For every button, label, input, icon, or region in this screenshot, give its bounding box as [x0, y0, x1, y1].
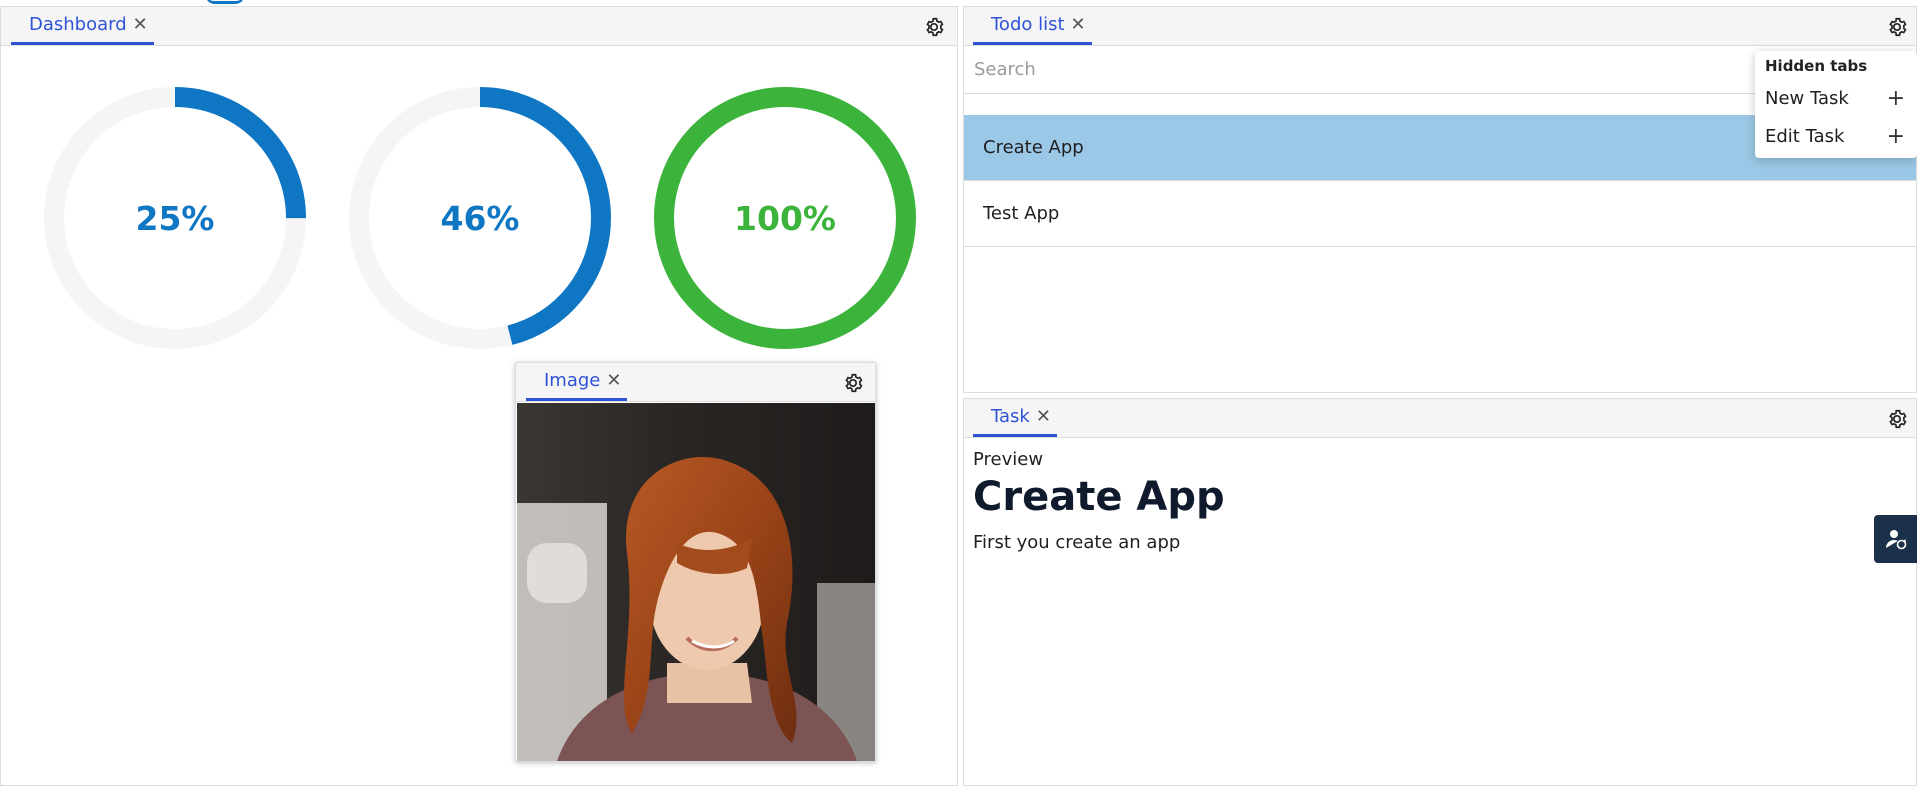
image-panel: Image ✕ — [515, 362, 876, 762]
dashboard-header: Dashboard ✕ — [1, 7, 957, 46]
list-item-label: Create App — [983, 137, 1084, 158]
gear-icon[interactable] — [842, 372, 864, 394]
gear-icon[interactable] — [1886, 408, 1908, 430]
search-input[interactable] — [964, 46, 1864, 93]
menu-item-label: Edit Task — [1765, 125, 1845, 147]
hidden-tab-edit-task[interactable]: Edit Task + — [1755, 118, 1917, 154]
tab-image[interactable]: Image ✕ — [526, 363, 628, 401]
tab-label: Image — [544, 370, 601, 391]
search-box — [964, 46, 1864, 94]
close-icon[interactable]: ✕ — [606, 371, 621, 390]
gear-icon[interactable] — [923, 16, 945, 38]
image-header: Image ✕ — [516, 363, 875, 402]
task-description: First you create an app — [973, 532, 1181, 553]
user-refresh-button[interactable] — [1874, 515, 1917, 563]
plus-icon: + — [1886, 123, 1905, 149]
tab-label: Dashboard — [29, 14, 127, 35]
gauge-percent-label: 25% — [135, 198, 215, 238]
decorative-arc — [205, 0, 245, 4]
todo-header: Todo list ✕ — [964, 7, 1916, 46]
user-refresh-icon — [1885, 530, 1906, 550]
close-icon[interactable]: ✕ — [133, 15, 148, 34]
hidden-tabs-title: Hidden tabs — [1765, 57, 1868, 75]
hidden-tab-new-task[interactable]: New Task + — [1755, 80, 1917, 116]
gear-icon[interactable] — [1886, 16, 1908, 38]
portrait-photo — [517, 403, 875, 761]
plus-icon: + — [1886, 85, 1905, 111]
tab-dashboard[interactable]: Dashboard ✕ — [11, 7, 154, 45]
close-icon[interactable]: ✕ — [1036, 407, 1051, 426]
task-header: Task ✕ — [964, 399, 1916, 438]
close-icon[interactable]: ✕ — [1071, 15, 1086, 34]
tab-label: Task — [991, 406, 1030, 427]
preview-label: Preview — [973, 449, 1044, 470]
task-title: Create App — [973, 474, 1225, 520]
tab-task[interactable]: Task ✕ — [973, 399, 1057, 437]
task-panel: Task ✕ Preview Create App First you crea… — [963, 398, 1917, 786]
gauge-percent-label: 46% — [440, 198, 520, 238]
hidden-tabs-menu: Hidden tabs New Task + Edit Task + — [1755, 51, 1917, 158]
tab-todo-list[interactable]: Todo list ✕ — [973, 7, 1092, 45]
menu-item-label: New Task — [1765, 87, 1849, 109]
list-item-test-app[interactable]: Test App — [964, 181, 1916, 247]
progress-gauge-2: 46% — [349, 87, 611, 349]
progress-gauge-3: 100% — [654, 87, 916, 349]
list-item-label: Test App — [983, 203, 1060, 224]
tab-label: Todo list — [991, 14, 1065, 35]
progress-gauge-1: 25% — [44, 87, 306, 349]
gauge-percent-label: 100% — [734, 198, 836, 238]
